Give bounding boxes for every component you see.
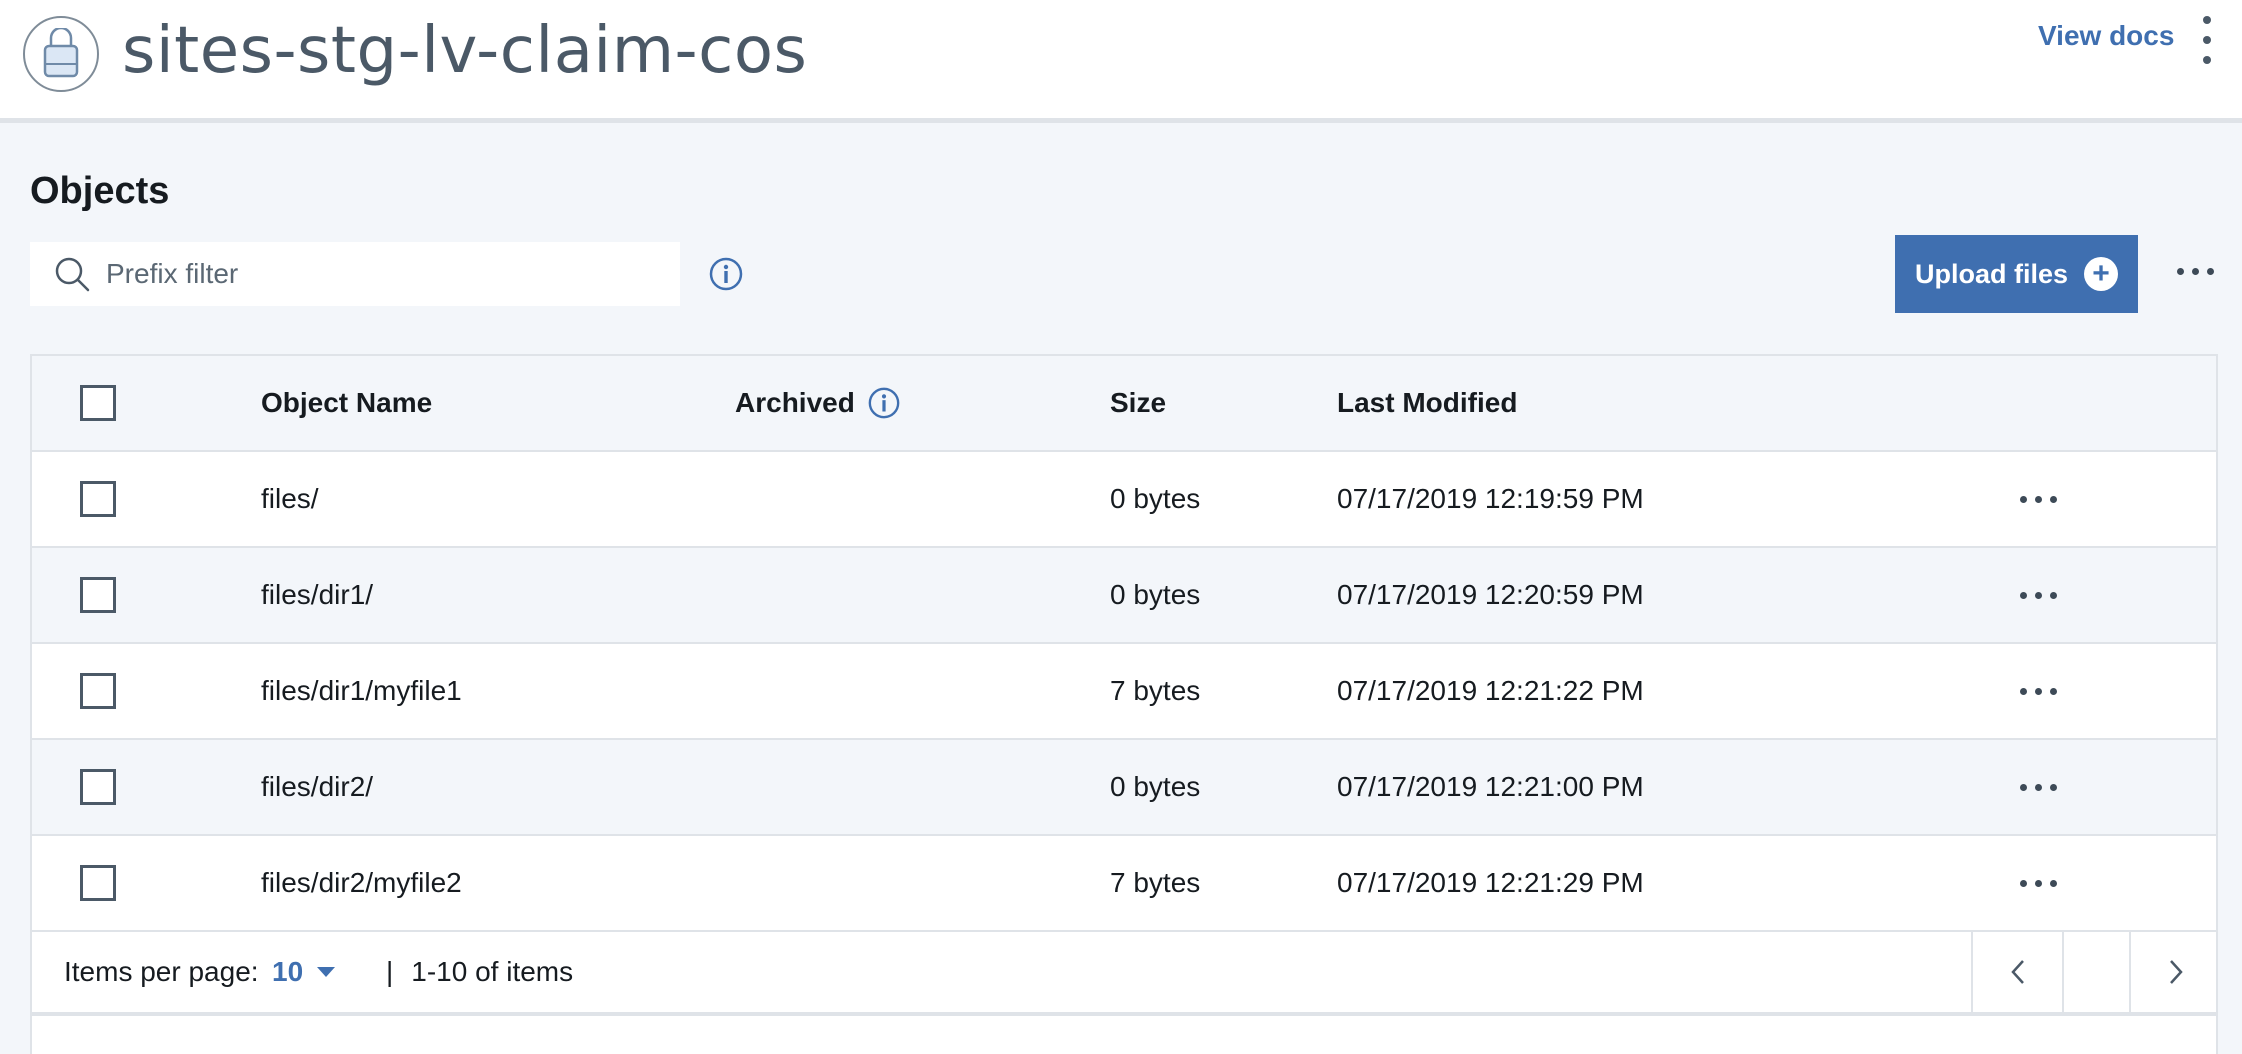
select-all-checkbox[interactable] [80, 385, 116, 421]
column-header-archived: Archived [735, 356, 901, 450]
row-overflow-menu-icon[interactable] [2020, 879, 2057, 887]
column-header-last-modified[interactable]: Last Modified [1337, 356, 1517, 450]
chevron-left-icon [2010, 960, 2024, 984]
row-checkbox[interactable] [80, 769, 116, 805]
column-header-archived-label: Archived [735, 387, 855, 418]
object-name-cell[interactable]: files/ [261, 452, 319, 546]
row-checkbox[interactable] [80, 673, 116, 709]
page-title: sites-stg-lv-claim-cos [122, 14, 808, 88]
row-overflow-menu-icon[interactable] [2020, 687, 2057, 695]
items-per-page-value: 10 [272, 956, 304, 987]
chevron-right-icon [2169, 960, 2183, 984]
table-row: files/dir1/myfile1 7 bytes 07/17/2019 12… [32, 644, 2216, 740]
prefix-filter-search [30, 242, 680, 306]
last-modified-cell: 07/17/2019 12:19:59 PM [1337, 483, 1644, 514]
row-checkbox[interactable] [80, 577, 116, 613]
pagination-bar: Items per page: 10 | 1-10 of items [32, 932, 2216, 1012]
row-overflow-menu-icon[interactable] [2020, 495, 2057, 503]
row-overflow-menu-icon[interactable] [2020, 783, 2057, 791]
upload-files-label: Upload files [1914, 258, 2069, 289]
search-icon [55, 257, 90, 292]
object-name-cell[interactable]: files/dir1/ [261, 548, 373, 642]
prefix-filter-input[interactable] [106, 258, 666, 290]
pagination-range-text: 1-10 of items [411, 956, 574, 987]
previous-page-button[interactable] [1971, 932, 2062, 1012]
pagination-range: | 1-10 of items [386, 932, 573, 1012]
size-cell: 0 bytes [1110, 771, 1201, 802]
size-cell: 7 bytes [1110, 675, 1201, 706]
objects-table: Object Name Archived Size Last Modified … [30, 354, 2218, 1014]
header-overflow-menu-icon[interactable] [2194, 16, 2220, 64]
row-checkbox[interactable] [80, 865, 116, 901]
table-row: files/dir2/myfile2 7 bytes 07/17/2019 12… [32, 836, 2216, 932]
last-modified-cell: 07/17/2019 12:21:29 PM [1337, 867, 1644, 898]
view-docs-link[interactable]: View docs [2038, 20, 2174, 52]
table-row: files/dir1/ 0 bytes 07/17/2019 12:20:59 … [32, 548, 2216, 644]
size-cell: 7 bytes [1110, 867, 1201, 898]
info-icon[interactable] [708, 256, 744, 292]
info-icon[interactable] [867, 386, 901, 420]
object-name-cell[interactable]: files/dir2/ [261, 740, 373, 834]
toolbar-overflow-menu-icon[interactable] [2177, 268, 2214, 275]
size-cell: 0 bytes [1110, 483, 1201, 514]
row-overflow-menu-icon[interactable] [2020, 591, 2057, 599]
last-modified-cell: 07/17/2019 12:21:22 PM [1337, 675, 1644, 706]
size-cell: 0 bytes [1110, 579, 1201, 610]
column-header-object-name[interactable]: Object Name [261, 356, 432, 450]
items-per-page-select[interactable]: 10 [272, 932, 336, 1012]
caret-down-icon [317, 967, 336, 977]
table-row: files/dir2/ 0 bytes 07/17/2019 12:21:00 … [32, 740, 2216, 836]
object-name-cell[interactable]: files/dir2/myfile2 [261, 836, 462, 930]
row-checkbox[interactable] [80, 481, 116, 517]
last-modified-cell: 07/17/2019 12:21:00 PM [1337, 771, 1644, 802]
items-per-page-label: Items per page: [64, 956, 259, 987]
upload-files-button[interactable]: Upload files + [1895, 235, 2138, 313]
last-modified-cell: 07/17/2019 12:20:59 PM [1337, 579, 1644, 610]
object-name-cell[interactable]: files/dir1/myfile1 [261, 644, 462, 738]
table-row: files/ 0 bytes 07/17/2019 12:19:59 PM [32, 452, 2216, 548]
page-header: sites-stg-lv-claim-cos View docs [0, 0, 2242, 123]
table-header-row: Object Name Archived Size Last Modified [32, 356, 2216, 452]
plus-circle-icon: + [2084, 257, 2119, 291]
bucket-icon [23, 16, 99, 92]
objects-section-title: Objects [30, 170, 170, 212]
next-page-button[interactable] [2129, 932, 2220, 1012]
column-header-size[interactable]: Size [1110, 356, 1166, 450]
page-number-slot[interactable] [2062, 932, 2129, 1012]
pagination-separator: | [386, 956, 394, 987]
table-footer-strip [30, 1014, 2218, 1054]
